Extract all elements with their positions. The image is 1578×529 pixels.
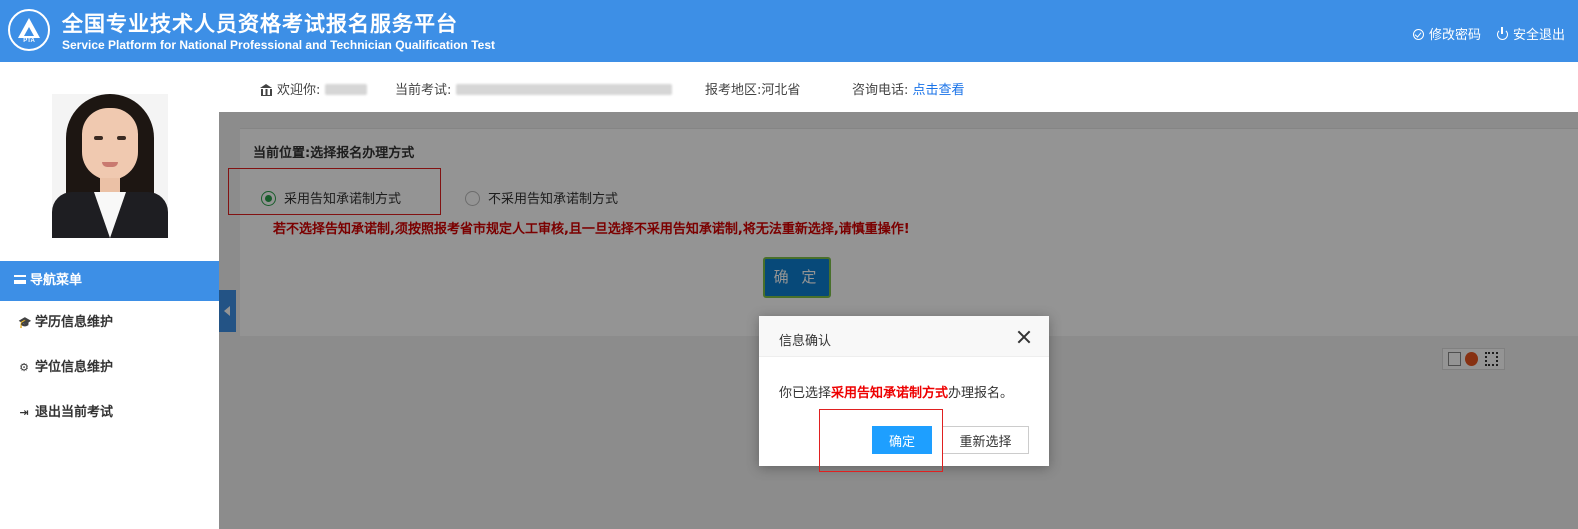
sidebar-item-degree[interactable]: ⚙ 学位信息维护 [0, 346, 219, 390]
welcome-text: 欢迎你: [260, 79, 367, 98]
app-header: PTA 全国专业技术人员资格考试报名服务平台 Service Platform … [0, 0, 1578, 62]
highlight-box-ok [819, 409, 943, 472]
medal-icon: ⚙ [19, 361, 29, 374]
change-password-link[interactable]: 修改密码 [1413, 24, 1481, 43]
pta-logo-icon: PTA [8, 9, 50, 51]
dialog-highlight: 采用告知承诺制方式 [831, 386, 949, 401]
sidebar-item-exit-exam[interactable]: ⇥ 退出当前考试 [0, 391, 219, 435]
close-icon[interactable] [1016, 329, 1032, 345]
blurred-username [324, 84, 367, 95]
sign-out-icon: ⇥ [19, 406, 29, 419]
sidebar-item-education[interactable]: 🎓 学历信息维护 [0, 301, 219, 345]
dialog-title: 信息确认 [779, 334, 832, 349]
dialog-reselect-button[interactable]: 重新选择 [942, 426, 1029, 454]
user-info-bar: 欢迎你: 当前考试: 报考地区:河北省 咨询电话: 点击查看 [240, 62, 1578, 112]
bank-icon [260, 84, 273, 96]
blurred-exam-name [455, 84, 672, 95]
site-subtitle: Service Platform for National Profession… [62, 38, 495, 52]
avatar [52, 94, 168, 238]
menu-icon [14, 275, 26, 284]
graduation-cap-icon: 🎓 [18, 316, 32, 329]
consult-link[interactable]: 点击查看 [913, 83, 965, 98]
nav-menu-header[interactable]: 导航菜单 [0, 261, 219, 301]
region-text: 报考地区:河北省 [705, 83, 801, 98]
site-title: 全国专业技术人员资格考试报名服务平台 [62, 12, 458, 36]
power-icon [1497, 27, 1508, 40]
sidebar: 导航菜单 🎓 学历信息维护 ⚙ 学位信息维护 ⇥ 退出当前考试 [0, 62, 219, 529]
logout-link[interactable]: 安全退出 [1497, 24, 1565, 43]
check-circle-icon [1413, 29, 1424, 40]
current-exam-text: 当前考试: [395, 79, 672, 98]
consult-text: 咨询电话: 点击查看 [852, 83, 965, 98]
dialog-message: 你已选择采用告知承诺制方式办理报名。 [779, 386, 1014, 401]
